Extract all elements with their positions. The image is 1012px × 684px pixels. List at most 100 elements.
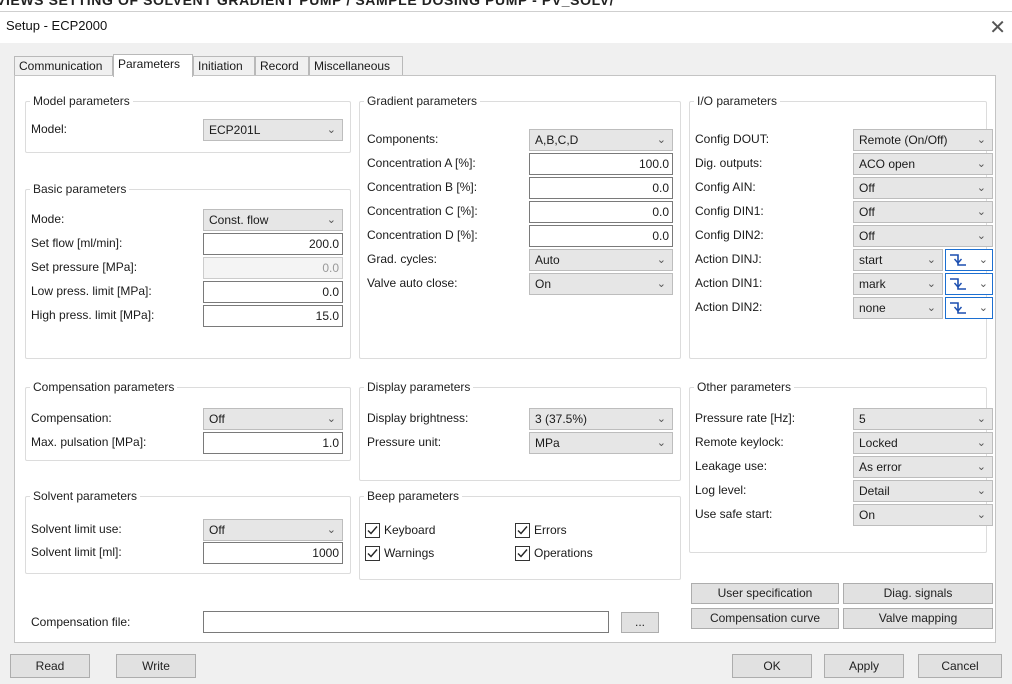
solvent-limit-field[interactable]: 1000 <box>203 542 343 564</box>
tab-initiation[interactable]: Initiation <box>193 56 255 76</box>
errors-check-box <box>515 523 530 538</box>
conc-c-field[interactable]: 0.0 <box>529 201 673 223</box>
chevron-down-icon: ⌄ <box>978 277 988 290</box>
user-specification-button[interactable]: User specification <box>691 583 839 604</box>
tab-parameters[interactable]: Parameters <box>113 54 193 77</box>
log-level-select[interactable]: Detail ⌄ <box>853 480 993 502</box>
other-group-title: Other parameters <box>694 380 795 394</box>
apply-button[interactable]: Apply <box>824 654 904 678</box>
pulsation-field[interactable]: 1.0 <box>203 432 343 454</box>
action-din1-select[interactable]: mark ⌄ <box>853 273 943 295</box>
config-ain-select-value: Off <box>859 181 875 195</box>
chevron-down-icon: ⌄ <box>976 412 986 425</box>
cycles-select[interactable]: Auto ⌄ <box>529 249 673 271</box>
valve-mapping-button[interactable]: Valve mapping <box>843 608 993 629</box>
solvent-use-select[interactable]: Off ⌄ <box>203 519 343 541</box>
operations-checkbox-label: Operations <box>534 546 593 560</box>
conc-d-field[interactable]: 0.0 <box>529 225 673 247</box>
low-limit-field[interactable]: 0.0 <box>203 281 343 303</box>
compensation-select-value: Off <box>209 412 225 426</box>
tab-record[interactable]: Record <box>255 56 309 76</box>
chevron-down-icon: ⌄ <box>926 277 936 290</box>
operations-checkbox[interactable]: Operations <box>515 545 625 563</box>
conc-b-label: Concentration B [%]: <box>367 180 478 194</box>
browse-button[interactable]: ... <box>621 612 659 633</box>
close-icon[interactable]: ✕ <box>989 15 1006 39</box>
config-dout-label: Config DOUT: <box>695 132 770 146</box>
brightness-select[interactable]: 3 (37.5%) ⌄ <box>529 408 673 430</box>
gradient-group-title: Gradient parameters <box>364 94 481 108</box>
leakage-label: Leakage use: <box>695 459 768 473</box>
model-select[interactable]: ECP201L ⌄ <box>203 119 343 141</box>
action-din2-label: Action DIN2: <box>695 300 763 314</box>
din2-edge-select[interactable]: ⌄ <box>945 297 993 319</box>
comp-file-field[interactable] <box>203 611 609 633</box>
config-ain-label: Config AIN: <box>695 180 756 194</box>
leakage-select[interactable]: As error ⌄ <box>853 456 993 478</box>
cancel-button[interactable]: Cancel <box>918 654 1002 678</box>
title-bar: Setup - ECP2000 ✕ <box>0 11 1012 43</box>
pressure-unit-select[interactable]: MPa ⌄ <box>529 432 673 454</box>
components-select[interactable]: A,B,C,D ⌄ <box>529 129 673 151</box>
conc-a-label: Concentration A [%]: <box>367 156 476 170</box>
compensation-curve-button[interactable]: Compensation curve <box>691 608 839 629</box>
dig-outputs-select[interactable]: ACO open ⌄ <box>853 153 993 175</box>
tab-communication[interactable]: Communication <box>14 56 113 76</box>
config-ain-select[interactable]: Off ⌄ <box>853 177 993 199</box>
io-group-title: I/O parameters <box>694 94 781 108</box>
safe-start-select[interactable]: On ⌄ <box>853 504 993 526</box>
mode-label: Mode: <box>31 212 65 226</box>
pressure-rate-select[interactable]: 5 ⌄ <box>853 408 993 430</box>
model-group-title: Model parameters <box>30 94 133 108</box>
beep-group-title: Beep parameters <box>364 489 463 503</box>
display-group-title: Display parameters <box>364 380 474 394</box>
ok-button[interactable]: OK <box>732 654 812 678</box>
action-dinj-select[interactable]: start ⌄ <box>853 249 943 271</box>
falling-edge-icon <box>950 278 966 290</box>
keylock-label: Remote keylock: <box>695 435 784 449</box>
read-button[interactable]: Read <box>10 654 90 678</box>
chevron-down-icon: ⌄ <box>976 205 986 218</box>
solvent-use-label: Solvent limit use: <box>31 522 122 536</box>
chevron-down-icon: ⌄ <box>976 181 986 194</box>
mode-select-value: Const. flow <box>209 213 269 227</box>
keyboard-checkbox[interactable]: Keyboard <box>365 522 465 540</box>
mode-select[interactable]: Const. flow ⌄ <box>203 209 343 231</box>
config-dout-select[interactable]: Remote (On/Off) ⌄ <box>853 129 993 151</box>
conc-b-field[interactable]: 0.0 <box>529 177 673 199</box>
high-limit-label: High press. limit [MPa]: <box>31 308 155 322</box>
caption-text: VIEWS SETTING OF SOLVENT GRADIENT PUMP /… <box>0 0 615 8</box>
set-pressure-label: Set pressure [MPa]: <box>31 260 138 274</box>
high-limit-field[interactable]: 15.0 <box>203 305 343 327</box>
chevron-down-icon: ⌄ <box>326 523 336 536</box>
tab-miscellaneous[interactable]: Miscellaneous <box>309 56 403 76</box>
chevron-down-icon: ⌄ <box>976 229 986 242</box>
falling-edge-icon <box>950 302 966 314</box>
chevron-down-icon: ⌄ <box>976 460 986 473</box>
diag-signals-button[interactable]: Diag. signals <box>843 583 993 604</box>
set-flow-field[interactable]: 200.0 <box>203 233 343 255</box>
keylock-select[interactable]: Locked ⌄ <box>853 432 993 454</box>
warnings-checkbox-label: Warnings <box>384 546 435 560</box>
write-button[interactable]: Write <box>116 654 196 678</box>
action-din2-select-value: none <box>859 301 886 315</box>
din1-edge-select[interactable]: ⌄ <box>945 273 993 295</box>
low-limit-label: Low press. limit [MPa]: <box>31 284 152 298</box>
chevron-down-icon: ⌄ <box>976 436 986 449</box>
solvent-group-title: Solvent parameters <box>30 489 141 503</box>
warnings-checkbox[interactable]: Warnings <box>365 545 465 563</box>
conc-d-label: Concentration D [%]: <box>367 228 478 242</box>
operations-check-box <box>515 546 530 561</box>
chevron-down-icon: ⌄ <box>978 253 988 266</box>
valve-close-select[interactable]: On ⌄ <box>529 273 673 295</box>
errors-checkbox[interactable]: Errors <box>515 522 615 540</box>
compensation-select[interactable]: Off ⌄ <box>203 408 343 430</box>
errors-checkbox-label: Errors <box>534 523 567 537</box>
config-din1-select[interactable]: Off ⌄ <box>853 201 993 223</box>
config-din2-select[interactable]: Off ⌄ <box>853 225 993 247</box>
dinj-edge-select[interactable]: ⌄ <box>945 249 993 271</box>
brightness-select-value: 3 (37.5%) <box>535 412 588 426</box>
action-din2-select[interactable]: none ⌄ <box>853 297 943 319</box>
chevron-down-icon: ⌄ <box>656 253 666 266</box>
conc-a-field[interactable]: 100.0 <box>529 153 673 175</box>
